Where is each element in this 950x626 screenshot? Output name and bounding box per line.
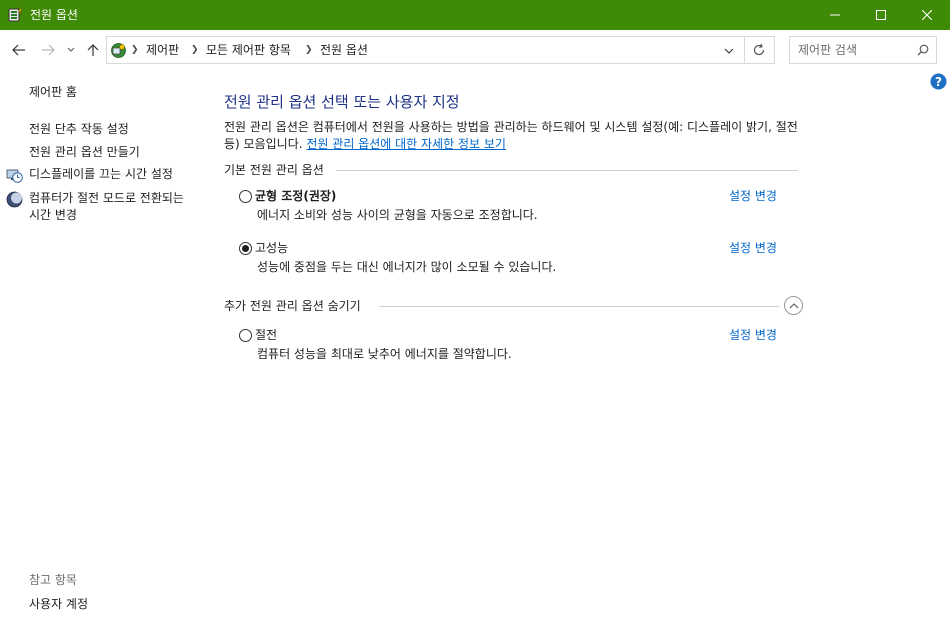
close-button[interactable] (904, 0, 950, 30)
chevron-up-icon (789, 303, 798, 309)
control-panel-home-link[interactable]: 제어판 홈 (29, 84, 77, 101)
search-box[interactable] (789, 36, 937, 64)
minimize-icon (830, 14, 840, 16)
group-divider (336, 170, 798, 171)
window: 전원 옵션 ❯ 제어판 ❯ 모든 제어판 항목 ❯ 전원 옵션 제어판 검색 ?… (0, 0, 950, 626)
plan-desc-power-saver: 컴퓨터 성능을 최대로 낮추어 에너지를 절약합니다. (257, 347, 512, 361)
sleep-time-link[interactable]: 컴퓨터가 절전 모드로 전환되는 시간 변경 (29, 190, 194, 224)
divider (744, 37, 745, 63)
minimize-button[interactable] (812, 0, 858, 30)
change-plan-settings-link[interactable]: 설정 변경 (729, 327, 777, 343)
svg-text:?: ? (935, 75, 942, 89)
arrow-left-icon (12, 44, 25, 56)
breadcrumb-item[interactable]: 전원 옵션 (320, 43, 368, 58)
power-button-settings-link[interactable]: 전원 단추 작동 설정 (29, 121, 129, 138)
search-icon[interactable] (917, 44, 929, 56)
moon-sleep-icon (6, 191, 23, 208)
group-divider (379, 306, 779, 307)
chevron-down-icon[interactable] (723, 45, 735, 57)
plan-radio-high-performance[interactable] (239, 242, 252, 255)
maximize-button[interactable] (858, 0, 904, 30)
collapse-button[interactable] (784, 296, 803, 315)
plan-name-balanced[interactable]: 균형 조정(권장) (255, 188, 336, 204)
arrow-up-icon (87, 44, 99, 56)
refresh-icon[interactable] (752, 43, 766, 57)
plan-name-high-performance[interactable]: 고성능 (255, 240, 288, 256)
up-button[interactable] (82, 39, 104, 61)
arrow-right-icon (42, 44, 55, 56)
plan-radio-balanced[interactable] (239, 190, 252, 203)
back-button[interactable] (8, 39, 30, 61)
basic-plans-heading: 기본 전원 관리 옵션 (224, 163, 324, 177)
address-bar[interactable]: ❯ 제어판 ❯ 모든 제어판 항목 ❯ 전원 옵션 (106, 36, 775, 64)
plan-radio-power-saver[interactable] (239, 329, 252, 342)
main-content: 전원 관리 옵션 선택 또는 사용자 지정 전원 관리 옵션은 컴퓨터에서 전원… (224, 70, 924, 626)
control-panel-icon (111, 43, 126, 58)
left-pane: 제어판 홈 전원 단추 작동 설정 전원 관리 옵션 만들기 디스플레이를 끄는… (0, 70, 205, 626)
page-description: 전원 관리 옵션은 컴퓨터에서 전원을 사용하는 방법을 관리하는 하드웨어 및… (224, 119, 804, 153)
maximize-icon (876, 10, 886, 20)
window-title: 전원 옵션 (30, 8, 78, 22)
plan-name-power-saver[interactable]: 절전 (255, 327, 277, 343)
breadcrumb-separator-icon: ❯ (131, 45, 139, 55)
title-bar[interactable]: 전원 옵션 (0, 0, 950, 30)
plan-desc-high-performance: 성능에 중점을 두는 대신 에너지가 많이 소모될 수 있습니다. (257, 260, 557, 274)
breadcrumb-separator-icon: ❯ (191, 45, 199, 55)
recent-locations-button[interactable] (64, 39, 78, 61)
learn-more-link[interactable]: 전원 관리 옵션에 대한 자세한 정보 보기 (306, 137, 506, 151)
extra-plans-heading[interactable]: 추가 전원 관리 옵션 숨기기 (224, 298, 361, 314)
help-icon[interactable]: ? (930, 73, 947, 90)
user-accounts-link[interactable]: 사용자 계정 (29, 596, 88, 613)
change-plan-settings-link[interactable]: 설정 변경 (729, 188, 777, 204)
forward-button[interactable] (37, 39, 59, 61)
breadcrumb-item[interactable]: 제어판 (146, 43, 179, 58)
power-options-icon (8, 6, 23, 22)
change-plan-settings-link[interactable]: 설정 변경 (729, 240, 777, 256)
breadcrumb-item[interactable]: 모든 제어판 항목 (206, 43, 291, 58)
navigation-bar: ❯ 제어판 ❯ 모든 제어판 항목 ❯ 전원 옵션 (0, 30, 950, 70)
page-title: 전원 관리 옵션 선택 또는 사용자 지정 (224, 93, 460, 111)
display-off-time-link[interactable]: 디스플레이를 끄는 시간 설정 (29, 166, 173, 183)
display-clock-icon (6, 169, 23, 183)
close-icon (922, 10, 932, 20)
create-power-plan-link[interactable]: 전원 관리 옵션 만들기 (29, 144, 140, 161)
chevron-down-icon (67, 47, 75, 52)
search-input[interactable] (798, 42, 908, 58)
plan-desc-balanced: 에너지 소비와 성능 사이의 균형을 자동으로 조정합니다. (257, 208, 538, 222)
breadcrumb-separator-icon: ❯ (305, 45, 313, 55)
see-also-heading: 참고 항목 (29, 573, 77, 587)
